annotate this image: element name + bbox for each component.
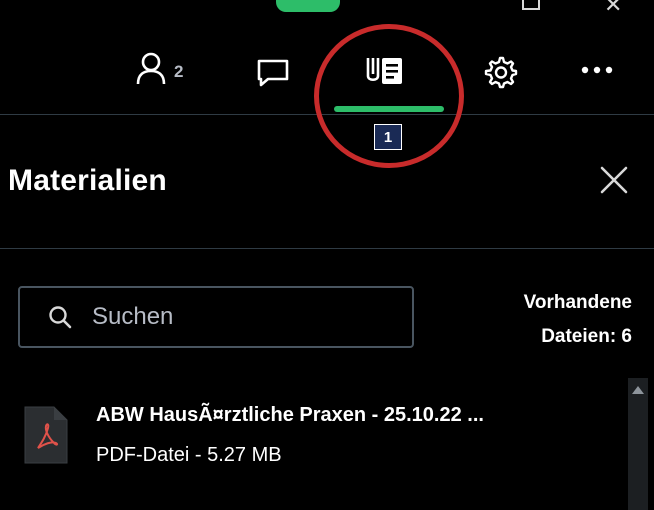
- active-tab-indicator: [334, 106, 444, 112]
- file-name: ABW HausÃ¤rztliche Praxen - 25.10.22 ...: [96, 404, 484, 426]
- search-icon: [48, 305, 72, 329]
- search-box[interactable]: [18, 286, 414, 348]
- chat-icon: [256, 58, 290, 93]
- participants-button[interactable]: 2: [136, 52, 183, 91]
- file-list-item[interactable]: ABW HausÃ¤rztliche Praxen - 25.10.22 ...…: [0, 388, 620, 488]
- header-divider: [0, 248, 654, 249]
- close-icon: [599, 165, 629, 200]
- gear-icon: [482, 54, 518, 95]
- files-count-line1: Vorhandene: [523, 292, 632, 313]
- files-count-line2: Dateien: 6: [541, 326, 632, 347]
- toolbar: 2: [0, 12, 654, 114]
- close-panel-button[interactable]: [596, 164, 632, 200]
- more-options-button[interactable]: [580, 62, 614, 80]
- window-top-strip: ✕: [0, 0, 654, 16]
- restore-icon[interactable]: [522, 0, 540, 10]
- scrollbar[interactable]: [628, 378, 648, 510]
- settings-button[interactable]: [482, 54, 518, 95]
- chat-button[interactable]: [256, 58, 290, 93]
- toolbar-divider: [0, 114, 654, 115]
- more-icon: [580, 62, 614, 80]
- status-pill[interactable]: [276, 0, 340, 12]
- annotation-badge: 1: [374, 124, 402, 150]
- user-icon: [136, 52, 166, 91]
- files-count-summary: Vorhandene Dateien: 6: [524, 286, 632, 354]
- materials-icon: [362, 54, 408, 93]
- materials-button[interactable]: [362, 54, 408, 93]
- search-input[interactable]: [92, 303, 352, 331]
- materials-panel-window: ✕ 2 1 Materialien Suchen Vorhandene Date…: [0, 0, 654, 510]
- scroll-up-arrow-icon[interactable]: [632, 386, 644, 394]
- panel-title: Materialien: [8, 164, 167, 197]
- file-meta: PDF-Datei - 5.27 MB: [96, 444, 282, 466]
- participants-count: 2: [174, 61, 184, 81]
- pdf-icon: [22, 404, 70, 471]
